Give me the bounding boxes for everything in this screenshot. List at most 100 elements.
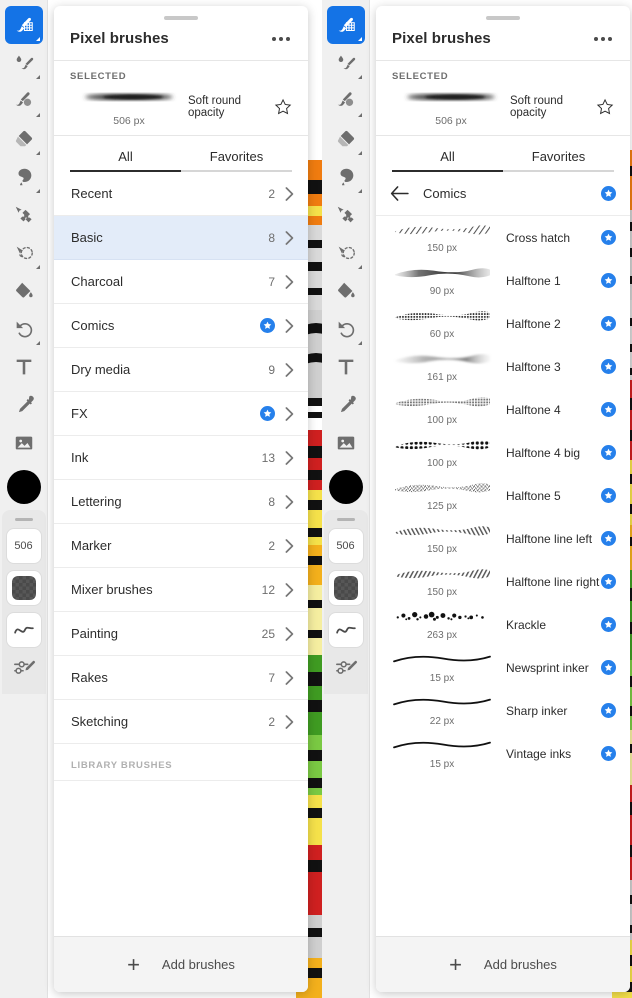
favorite-badge[interactable] (601, 316, 616, 331)
toolbar-grip[interactable] (14, 518, 33, 521)
brush-row[interactable]: 15 px Newsprint inker (376, 646, 630, 689)
favorite-badge[interactable] (601, 574, 616, 589)
brush-row[interactable]: 150 px Cross hatch (376, 216, 630, 259)
brush-preview[interactable]: 161 px (382, 350, 502, 383)
tool2-smudge[interactable] (327, 158, 365, 196)
brush-preview[interactable]: 22 px (382, 694, 502, 727)
favorite-badge[interactable] (601, 617, 616, 632)
brush-opacity-chip[interactable] (328, 571, 363, 605)
favorite-badge[interactable] (601, 531, 616, 546)
toolbar-grip[interactable] (336, 518, 355, 521)
more-options-button[interactable] (592, 31, 614, 47)
brush-settings-button[interactable] (334, 657, 358, 684)
brush-smoothing-chip[interactable] (6, 613, 41, 647)
color-swatch[interactable] (328, 470, 363, 504)
category-row[interactable]: Painting 25 (54, 612, 308, 656)
brush-row[interactable]: 22 px Sharp inker (376, 689, 630, 732)
brush-smoothing-chip[interactable] (328, 613, 363, 647)
favorite-star-icon[interactable] (596, 97, 614, 117)
brush-preview[interactable]: 100 px (382, 393, 502, 426)
tool-eraser[interactable] (5, 120, 43, 158)
brush-preview[interactable]: 125 px (382, 479, 502, 512)
tool2-eyedropper[interactable] (327, 386, 365, 424)
tab-favorites[interactable]: Favorites (503, 140, 614, 172)
brush-preview[interactable]: 60 px (382, 307, 502, 340)
tool-place-image[interactable] (5, 424, 43, 462)
brush-preview[interactable]: 150 px (382, 565, 502, 598)
brush-preview[interactable]: 263 px (382, 608, 502, 641)
category-row[interactable]: Dry media 9 (54, 348, 308, 392)
tab-all[interactable]: All (392, 140, 503, 172)
category-row[interactable]: Mixer brushes 12 (54, 568, 308, 612)
tool2-place-image[interactable] (327, 424, 365, 462)
tool-smudge[interactable] (5, 158, 43, 196)
favorite-badge[interactable] (601, 230, 616, 245)
tool-lasso-select[interactable] (5, 234, 43, 272)
tool-undo[interactable] (5, 310, 43, 348)
favorite-badge[interactable] (601, 273, 616, 288)
brush-row[interactable]: 150 px Halftone line right (376, 560, 630, 603)
favorite-badge[interactable] (601, 703, 616, 718)
tool2-transform[interactable] (327, 196, 365, 234)
selected-brush-preview[interactable]: 506 px (70, 87, 188, 127)
tool2-mixer-brush[interactable] (327, 82, 365, 120)
selected-brush-preview[interactable]: 506 px (392, 87, 510, 127)
brush-preview[interactable]: 15 px (382, 651, 502, 684)
favorite-badge[interactable] (601, 660, 616, 675)
brush-size-chip[interactable]: 506 (328, 529, 363, 563)
favorite-badge[interactable] (260, 406, 275, 421)
tool2-paint-bucket[interactable] (327, 272, 365, 310)
category-row[interactable]: Ink 13 (54, 436, 308, 480)
favorite-badge[interactable] (601, 746, 616, 761)
category-row[interactable]: Comics (54, 304, 308, 348)
category-favorite-badge[interactable] (601, 186, 616, 201)
tool2-lasso-select[interactable] (327, 234, 365, 272)
color-swatch[interactable] (6, 470, 41, 504)
favorite-badge[interactable] (601, 488, 616, 503)
category-row[interactable]: Rakes 7 (54, 656, 308, 700)
brush-preview[interactable]: 150 px (382, 221, 502, 254)
brush-row[interactable]: 150 px Halftone line left (376, 517, 630, 560)
brush-preview[interactable]: 150 px (382, 522, 502, 555)
tool-live-brush[interactable] (5, 44, 43, 82)
brush-row[interactable]: 125 px Halftone 5 (376, 474, 630, 517)
brush-row[interactable]: 100 px Halftone 4 big (376, 431, 630, 474)
category-row[interactable]: Sketching 2 (54, 700, 308, 744)
brush-preview[interactable]: 90 px (382, 264, 502, 297)
brush-row[interactable]: 263 px Krackle (376, 603, 630, 646)
category-row[interactable]: Lettering 8 (54, 480, 308, 524)
category-row[interactable]: Basic 8 (54, 216, 308, 260)
brush-settings-button[interactable] (12, 657, 36, 684)
add-brushes-button[interactable]: + Add brushes (54, 936, 308, 992)
tool-paint-bucket[interactable] (5, 272, 43, 310)
brush-preview[interactable]: 100 px (382, 436, 502, 469)
brush-preview[interactable]: 15 px (382, 737, 502, 770)
more-options-button[interactable] (270, 31, 292, 47)
tool-transform[interactable] (5, 196, 43, 234)
tab-favorites[interactable]: Favorites (181, 140, 292, 172)
tool2-eraser[interactable] (327, 120, 365, 158)
tool2-pixel-brush[interactable] (326, 6, 365, 44)
tool2-undo[interactable] (327, 310, 365, 348)
favorite-badge[interactable] (601, 359, 616, 374)
back-arrow-icon[interactable] (390, 186, 409, 201)
category-row[interactable]: Marker 2 (54, 524, 308, 568)
favorite-badge[interactable] (260, 318, 275, 333)
tool-text[interactable] (5, 348, 43, 386)
tool2-text[interactable] (327, 348, 365, 386)
brush-row[interactable]: 100 px Halftone 4 (376, 388, 630, 431)
tool2-live-brush[interactable] (327, 44, 365, 82)
favorite-badge[interactable] (601, 402, 616, 417)
tool-mixer-brush[interactable] (5, 82, 43, 120)
brush-row[interactable]: 15 px Vintage inks (376, 732, 630, 775)
brush-row[interactable]: 161 px Halftone 3 (376, 345, 630, 388)
tab-all[interactable]: All (70, 140, 181, 172)
category-row[interactable]: Charcoal 7 (54, 260, 308, 304)
add-brushes-button[interactable]: + Add brushes (376, 936, 630, 992)
category-row[interactable]: Recent 2 (54, 172, 308, 216)
brush-size-chip[interactable]: 506 (6, 529, 41, 563)
favorite-star-icon[interactable] (274, 97, 292, 117)
category-row[interactable]: FX (54, 392, 308, 436)
tool-pixel-brush[interactable] (4, 6, 43, 44)
tool-eyedropper[interactable] (5, 386, 43, 424)
